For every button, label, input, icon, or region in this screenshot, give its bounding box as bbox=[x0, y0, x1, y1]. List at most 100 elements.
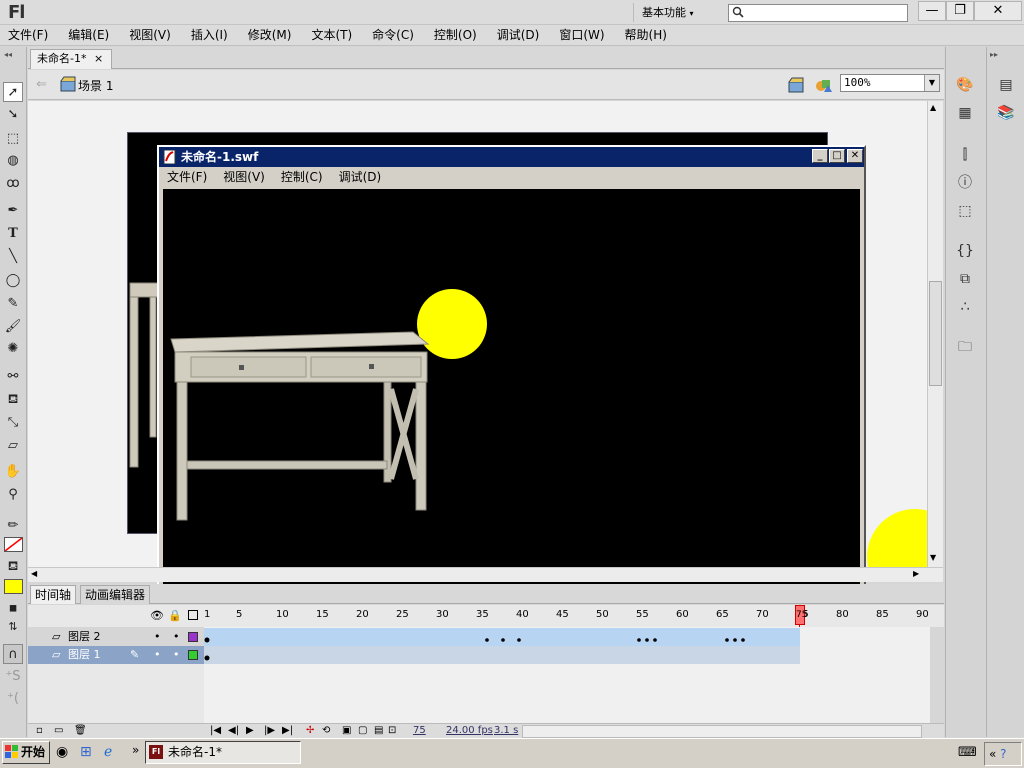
bone-tool-icon[interactable]: ⚯ bbox=[3, 367, 23, 387]
tab-close-icon[interactable]: × bbox=[94, 52, 103, 65]
new-layer-icon[interactable]: ▫ bbox=[36, 724, 43, 738]
swatches-panel-icon[interactable]: ▦ bbox=[954, 103, 976, 123]
lock-icon[interactable]: 🔒 bbox=[168, 609, 182, 622]
visibility-dot[interactable]: • bbox=[154, 628, 161, 646]
scroll-down-icon[interactable]: ▼ bbox=[930, 553, 936, 562]
system-tray[interactable]: « ? bbox=[984, 742, 1022, 766]
onion-markers-icon[interactable]: ⊡ bbox=[388, 724, 396, 738]
swf-maximize-button[interactable]: □ bbox=[829, 149, 845, 163]
scroll-left-icon[interactable]: ◀ bbox=[31, 569, 37, 578]
document-tab[interactable]: 未命名-1* × bbox=[30, 49, 112, 69]
expand-panels-icon[interactable]: ▸▸ bbox=[990, 50, 998, 59]
swf-minimize-button[interactable]: _ bbox=[812, 149, 828, 163]
edit-symbol-icon[interactable] bbox=[814, 76, 834, 94]
layer-row[interactable]: ▱ 图层 2 • • bbox=[28, 628, 204, 646]
subselection-tool-icon[interactable]: ➘ bbox=[3, 105, 23, 125]
visibility-dot[interactable]: • bbox=[154, 646, 161, 664]
menu-help[interactable]: 帮助(H) bbox=[625, 25, 667, 45]
line-tool-icon[interactable]: ╲ bbox=[3, 247, 23, 267]
taskbar-flash-button[interactable]: 未命名-1* bbox=[145, 741, 301, 764]
fill-color-swatch[interactable] bbox=[4, 579, 23, 594]
code-snippets-icon[interactable]: {} bbox=[954, 241, 976, 261]
quicklaunch-icon[interactable]: ⊞ bbox=[80, 744, 92, 760]
eye-icon[interactable]: 👁 bbox=[150, 609, 164, 622]
info-panel-icon[interactable]: ⓘ bbox=[954, 173, 976, 193]
back-arrow-icon[interactable]: ⇐ bbox=[36, 77, 47, 92]
quicklaunch-more-icon[interactable]: » bbox=[132, 743, 139, 757]
layer-row[interactable]: ▱ 图层 1 ✎ • • bbox=[28, 646, 204, 664]
fps-value[interactable]: 24.00 fps bbox=[446, 724, 493, 738]
menu-window[interactable]: 窗口(W) bbox=[559, 25, 604, 45]
edit-scene-icon[interactable] bbox=[788, 76, 806, 94]
close-button[interactable]: ✕ bbox=[974, 1, 1022, 21]
swf-menu-debug[interactable]: 调试(D) bbox=[339, 168, 382, 187]
edit-multiple-icon[interactable]: ▤ bbox=[374, 724, 383, 738]
scene-label[interactable]: 场景 1 bbox=[78, 77, 113, 94]
swf-menu-view[interactable]: 视图(V) bbox=[223, 168, 265, 187]
center-frame-icon[interactable]: ✢ bbox=[306, 724, 314, 738]
outline-icon[interactable] bbox=[188, 610, 198, 620]
brush-tool-icon[interactable]: 🖌 bbox=[3, 317, 23, 337]
playhead[interactable]: 75 bbox=[795, 605, 807, 625]
properties-panel-icon[interactable]: ▤ bbox=[995, 75, 1017, 95]
swf-menu-file[interactable]: 文件(F) bbox=[167, 168, 207, 187]
loop-icon[interactable]: ⟲ bbox=[322, 724, 330, 738]
onion-outline-icon[interactable]: ▢ bbox=[358, 724, 367, 738]
oval-tool-icon[interactable]: ◯ bbox=[3, 271, 23, 291]
scroll-up-icon[interactable]: ▲ bbox=[930, 103, 936, 112]
smooth-icon[interactable]: ⁺S bbox=[3, 667, 23, 687]
help-icon[interactable]: ? bbox=[1000, 747, 1006, 761]
lock-dot[interactable]: • bbox=[173, 628, 180, 646]
tray-expand-icon[interactable]: « bbox=[989, 747, 996, 761]
components-panel-icon[interactable]: ⧉ bbox=[954, 269, 976, 289]
frame-ruler[interactable]: 151015202530354045505560657075808590 bbox=[204, 609, 930, 623]
color-panel-icon[interactable]: 🎨 bbox=[954, 75, 976, 95]
zoom-dropdown-icon[interactable]: ▼ bbox=[924, 75, 939, 91]
menu-view[interactable]: 视图(V) bbox=[129, 25, 171, 45]
prev-frame-icon[interactable]: ◀| bbox=[228, 724, 239, 738]
onion-skin-icon[interactable]: ▣ bbox=[342, 724, 351, 738]
scroll-right-icon[interactable]: ▶ bbox=[913, 569, 919, 578]
menu-debug[interactable]: 调试(D) bbox=[497, 25, 540, 45]
menu-edit[interactable]: 编辑(E) bbox=[68, 25, 109, 45]
layer-outline-color[interactable] bbox=[188, 650, 198, 660]
paint-bucket-tool-icon[interactable]: ⛾ bbox=[3, 390, 23, 410]
workspace-switcher[interactable]: 基本功能 ▾ bbox=[633, 3, 713, 22]
fill-color-icon[interactable]: ⛾ bbox=[3, 557, 23, 577]
next-frame-icon[interactable]: |▶ bbox=[264, 724, 275, 738]
transform-panel-icon[interactable]: ⬚ bbox=[954, 201, 976, 221]
stroke-color-icon[interactable]: ✏ bbox=[3, 516, 23, 536]
hand-tool-icon[interactable]: ✋ bbox=[3, 462, 23, 482]
layer-name[interactable]: 图层 1 bbox=[68, 646, 101, 664]
pen-tool-icon[interactable]: ✒ bbox=[3, 201, 23, 221]
minimize-button[interactable]: — bbox=[918, 1, 946, 21]
stroke-color-swatch[interactable] bbox=[4, 537, 23, 552]
motion-presets-icon[interactable]: ∴ bbox=[954, 297, 976, 317]
text-tool-icon[interactable]: T bbox=[3, 224, 23, 244]
pencil-tool-icon[interactable]: ✎ bbox=[3, 294, 23, 314]
3d-rotation-tool-icon[interactable]: ◍ bbox=[3, 151, 23, 171]
selection-tool-icon[interactable]: ➚ bbox=[3, 82, 23, 102]
menu-commands[interactable]: 命令(C) bbox=[372, 25, 414, 45]
first-frame-icon[interactable]: |◀ bbox=[210, 724, 221, 738]
swf-canvas[interactable] bbox=[163, 189, 860, 585]
elapsed-time-value[interactable]: 3.1 s bbox=[494, 724, 518, 738]
menu-text[interactable]: 文本(T) bbox=[311, 25, 352, 45]
timeline-horizontal-scrollbar[interactable] bbox=[522, 725, 922, 738]
library-panel-icon[interactable]: 📚 bbox=[995, 103, 1017, 123]
deco-tool-icon[interactable]: ✺ bbox=[3, 339, 23, 359]
current-frame-value[interactable]: 75 bbox=[413, 724, 426, 738]
collapse-icon[interactable]: ◂◂ bbox=[4, 50, 12, 59]
internet-explorer-icon[interactable]: ℯ bbox=[104, 744, 112, 760]
delete-layer-icon[interactable]: 🗑 bbox=[74, 724, 87, 738]
lasso-tool-icon[interactable]: ꝏ bbox=[3, 174, 23, 194]
free-transform-tool-icon[interactable]: ⬚ bbox=[3, 129, 23, 149]
align-panel-icon[interactable]: ⫿ bbox=[954, 145, 976, 165]
tab-timeline[interactable]: 时间轴 bbox=[30, 585, 77, 604]
layer-2-frames[interactable] bbox=[204, 628, 800, 646]
swap-colors-icon[interactable]: ⇅ bbox=[3, 617, 23, 637]
vertical-scroll-thumb[interactable] bbox=[929, 281, 942, 386]
black-white-icon[interactable]: ◼ bbox=[3, 599, 23, 619]
menu-modify[interactable]: 修改(M) bbox=[248, 25, 292, 45]
layer-name[interactable]: 图层 2 bbox=[68, 628, 101, 646]
